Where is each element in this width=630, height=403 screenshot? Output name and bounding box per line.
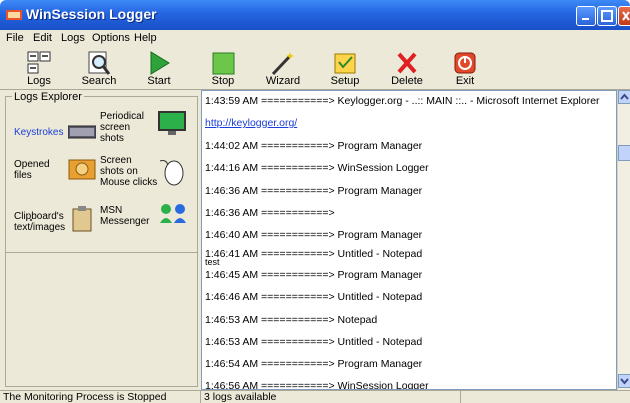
log-line: 1:46:36 AM ===========> Program Manager <box>205 185 423 197</box>
log-line: 1:46:53 AM ===========> Untitled - Notep… <box>205 336 423 348</box>
logs-label: Logs <box>27 75 51 87</box>
explorer-periodical[interactable]: Periodical screen shots <box>100 111 148 144</box>
log-line: 1:46:56 AM ===========> WinSession Logge… <box>205 380 429 390</box>
app-icon <box>6 10 22 20</box>
files-icon <box>68 159 96 180</box>
log-line: 1:46:41 AM ===========> Untitled - Notep… <box>205 248 423 260</box>
log-line: 1:44:02 AM ===========> Program Manager <box>205 140 423 152</box>
menu-bar: File Edit Logs Options Help <box>0 30 630 46</box>
msn-messenger-icon <box>160 204 186 223</box>
log-line: 1:46:45 AM ===========> Program Manager <box>205 269 423 281</box>
logs-icon <box>27 51 51 74</box>
power-icon <box>454 52 476 74</box>
start-button[interactable]: Start <box>134 46 184 90</box>
log-line: 1:43:59 AM ===========> Keylogger.org - … <box>205 95 600 107</box>
stray-dot <box>30 219 32 221</box>
exit-button[interactable]: Exit <box>440 46 490 90</box>
delete-button[interactable]: Delete <box>382 46 432 90</box>
setup-label: Setup <box>330 75 360 87</box>
search-button[interactable]: Search <box>74 46 124 90</box>
explorer-clipboard[interactable]: Clipboard's text/images <box>14 211 68 233</box>
delete-label: Delete <box>391 75 423 87</box>
log-scrollbar[interactable] <box>617 90 630 390</box>
scroll-thumb[interactable] <box>618 145 630 161</box>
wizard-wand-icon <box>271 52 294 76</box>
clipboard-icon <box>72 206 92 232</box>
minimize-icon <box>582 18 589 20</box>
minimize-button[interactable] <box>576 6 596 26</box>
stop-icon <box>212 52 235 75</box>
play-icon <box>150 51 170 75</box>
status-log-count: 3 logs available <box>201 391 461 403</box>
search-icon <box>88 51 111 75</box>
left-panel: Logs Explorer Keystrokes Periodical scre… <box>0 90 201 390</box>
explorer-msn[interactable]: MSN Messenger <box>100 205 150 227</box>
exit-label: Exit <box>455 75 475 87</box>
log-line: 1:46:54 AM ===========> Program Manager <box>205 358 423 370</box>
status-monitoring: The Monitoring Process is Stopped <box>0 391 201 403</box>
menu-file[interactable]: File <box>6 32 24 44</box>
scroll-down-button[interactable] <box>618 374 630 388</box>
delete-x-icon <box>397 52 417 74</box>
log-line: 1:46:36 AM ===========> <box>205 207 335 219</box>
title-bar[interactable]: WinSession Logger <box>0 0 630 30</box>
logs-button[interactable]: Logs <box>14 46 64 90</box>
stop-label: Stop <box>211 75 235 87</box>
wizard-button[interactable]: Wizard <box>258 46 308 90</box>
left-lower-panel <box>5 252 198 387</box>
logs-explorer: Logs Explorer Keystrokes Periodical scre… <box>5 91 198 256</box>
log-line: 1:46:40 AM ===========> Program Manager <box>205 229 423 241</box>
toolbar: Logs Search Start Stop Wizard Setup Dele… <box>0 46 630 90</box>
logs-explorer-title: Logs Explorer <box>12 91 84 103</box>
close-button[interactable] <box>618 6 630 26</box>
monitor-icon <box>158 111 186 135</box>
arrow-up-icon <box>620 93 629 100</box>
explorer-keystrokes[interactable]: Keystrokes <box>14 127 63 138</box>
menu-logs[interactable]: Logs <box>61 32 85 44</box>
menu-edit[interactable]: Edit <box>33 32 52 44</box>
maximize-icon <box>601 10 613 22</box>
maximize-button[interactable] <box>597 6 617 26</box>
status-empty <box>461 391 630 403</box>
search-label: Search <box>81 75 117 87</box>
menu-help[interactable]: Help <box>134 32 157 44</box>
arrow-down-icon <box>620 378 629 385</box>
log-url-link[interactable]: http://keylogger.org/ <box>205 117 297 129</box>
explorer-mouse-screens[interactable]: Screen shots on Mouse clicks <box>100 155 158 188</box>
mouse-icon <box>159 160 184 186</box>
explorer-opened-files[interactable]: Opened files <box>14 159 64 181</box>
log-line: 1:44:16 AM ===========> WinSession Logge… <box>205 162 429 174</box>
status-bar: The Monitoring Process is Stopped 3 logs… <box>0 390 630 403</box>
log-viewer[interactable]: 1:43:59 AM ===========> Keylogger.org - … <box>201 90 617 390</box>
menu-options[interactable]: Options <box>92 32 130 44</box>
start-label: Start <box>147 75 171 87</box>
scroll-up-button[interactable] <box>618 90 630 104</box>
stop-button[interactable]: Stop <box>198 46 248 90</box>
keyboard-icon <box>68 125 96 139</box>
close-icon <box>622 11 630 21</box>
setup-button[interactable]: Setup <box>320 46 370 90</box>
log-line: 1:46:46 AM ===========> Untitled - Notep… <box>205 291 423 303</box>
log-line: test <box>205 257 220 267</box>
setup-icon <box>334 53 356 74</box>
window-title: WinSession Logger <box>26 6 157 22</box>
log-line: 1:46:53 AM ===========> Notepad <box>205 314 378 326</box>
wizard-label: Wizard <box>265 75 301 87</box>
